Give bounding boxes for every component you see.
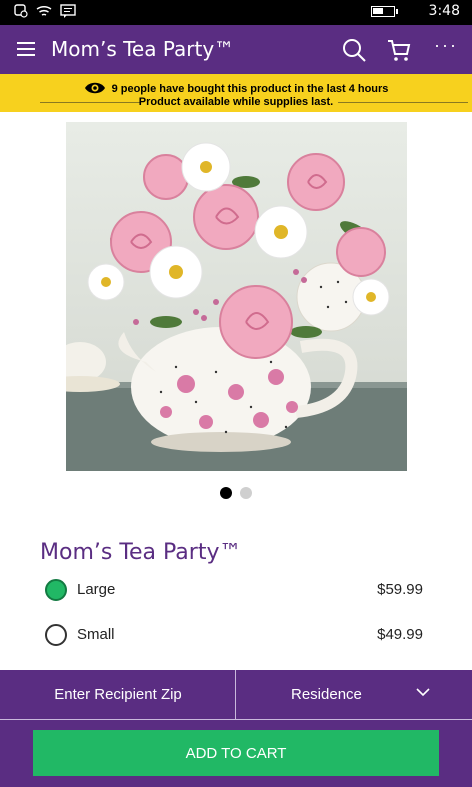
hamburger-menu-icon[interactable]	[17, 42, 35, 56]
battery-fill	[372, 7, 383, 14]
app-title: Mom’s Tea Party™	[51, 37, 235, 61]
option-label-large: Large	[77, 581, 116, 598]
app-bar: Mom’s Tea Party™ ···	[0, 25, 472, 74]
product-title: Mom’s Tea Party™	[40, 540, 242, 565]
battery-icon	[370, 5, 398, 17]
option-price-large: $59.99	[377, 581, 423, 598]
recipient-zip-field[interactable]: Enter Recipient Zip	[0, 670, 236, 719]
carousel-indicator[interactable]	[0, 487, 472, 499]
carousel-dot[interactable]	[220, 487, 232, 499]
notice-banner: 9 people have bought this product in the…	[0, 74, 472, 112]
checkout-panel: Enter Recipient Zip Residence ADD TO CAR…	[0, 670, 472, 787]
size-option-small[interactable]: Small $49.99	[45, 622, 423, 648]
search-icon[interactable]	[341, 37, 367, 63]
eye-icon	[84, 82, 105, 94]
notice-line-1: 9 people have bought this product in the…	[0, 81, 472, 95]
carousel-dot[interactable]	[240, 487, 252, 499]
radio-small[interactable]	[45, 624, 67, 646]
option-price-small: $49.99	[377, 626, 423, 643]
clock: 3:48	[428, 3, 460, 19]
chevron-down-icon	[416, 688, 430, 697]
product-image[interactable]	[66, 122, 407, 471]
status-icons-left	[14, 4, 76, 18]
message-icon	[60, 4, 76, 18]
more-options-icon[interactable]: ···	[434, 35, 458, 56]
cart-icon[interactable]	[386, 37, 412, 63]
divider	[0, 719, 472, 720]
status-bar: 3:48	[0, 0, 472, 25]
notification-icon	[14, 4, 28, 18]
status-icons-right: 3:48	[370, 3, 460, 19]
wifi-icon	[36, 6, 52, 16]
notice-text-1: 9 people have bought this product in the…	[111, 83, 389, 95]
add-to-cart-button[interactable]: ADD TO CART	[33, 730, 439, 776]
address-type-value: Residence	[291, 686, 362, 703]
option-label-small: Small	[77, 626, 115, 643]
address-type-select[interactable]: Residence	[236, 670, 472, 719]
radio-large[interactable]	[45, 579, 67, 601]
size-option-large[interactable]: Large $59.99	[45, 577, 423, 603]
notice-text-2: Product available while supplies last.	[138, 96, 334, 108]
bouquet-illustration	[66, 122, 407, 471]
